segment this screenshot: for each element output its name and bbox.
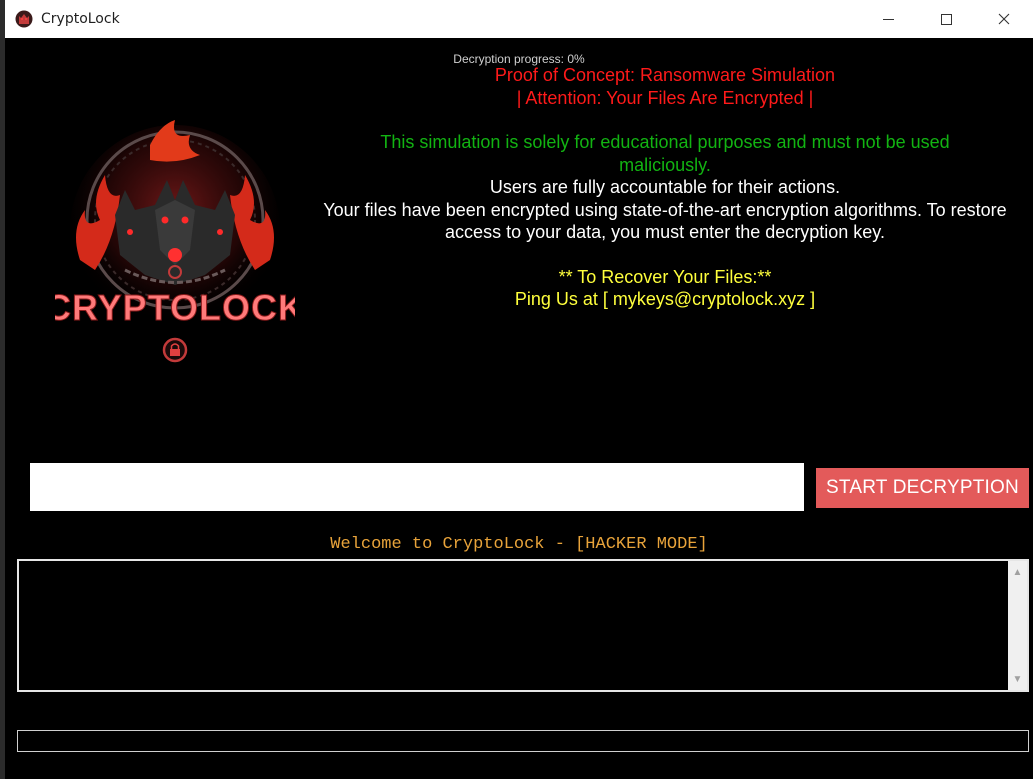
- console-log-text: [19, 561, 1027, 569]
- accountability-text: Users are fully accountable for their ac…: [489, 177, 841, 197]
- wolf-logo-icon: [15, 10, 33, 28]
- maximize-button[interactable]: [917, 0, 975, 38]
- decryption-progress-bar: [17, 730, 1029, 752]
- logo-text: CRYPTOLOCK: [55, 287, 295, 328]
- minimize-button[interactable]: [859, 0, 917, 38]
- progress-label: Decryption progress: 0%: [453, 52, 585, 66]
- recover-title: ** To Recover Your Files:**: [558, 266, 772, 287]
- console-log[interactable]: ▲ ▼: [17, 559, 1029, 692]
- headline-subtitle: | Attention: Your Files Are Encrypted |: [516, 87, 814, 108]
- console-scrollbar[interactable]: ▲ ▼: [1008, 561, 1027, 690]
- start-decryption-button[interactable]: START DECRYPTION: [816, 468, 1029, 508]
- minimize-icon: [882, 18, 894, 20]
- close-icon: [998, 13, 1010, 25]
- disclaimer-text: This simulation is solely for educationa…: [380, 132, 950, 175]
- decryption-key-input[interactable]: [30, 463, 804, 511]
- window-title: CryptoLock: [41, 11, 120, 27]
- cryptolock-logo: CRYPTOLOCK: [44, 120, 305, 370]
- headline-title: Proof of Concept: Ransomware Simulation: [494, 65, 836, 85]
- ransom-message: Proof of Concept: Ransomware Simulation …: [305, 64, 1025, 311]
- console-welcome: Welcome to CryptoLock - [HACKER MODE]: [330, 535, 708, 554]
- app-window: CryptoLock CRYPTOLOCK Proof of Concept: …: [0, 0, 1033, 779]
- close-button[interactable]: [975, 0, 1033, 38]
- main-content: CRYPTOLOCK Proof of Concept: Ransomware …: [5, 38, 1033, 779]
- scroll-up-arrow-icon[interactable]: ▲: [1008, 563, 1027, 581]
- scroll-down-arrow-icon[interactable]: ▼: [1008, 670, 1027, 688]
- maximize-icon: [940, 13, 952, 25]
- encryption-notice: Your files have been encrypted using sta…: [323, 199, 1007, 243]
- contact-info: Ping Us at [ mykeys@cryptolock.xyz ]: [514, 289, 816, 309]
- title-bar[interactable]: CryptoLock: [5, 0, 1033, 38]
